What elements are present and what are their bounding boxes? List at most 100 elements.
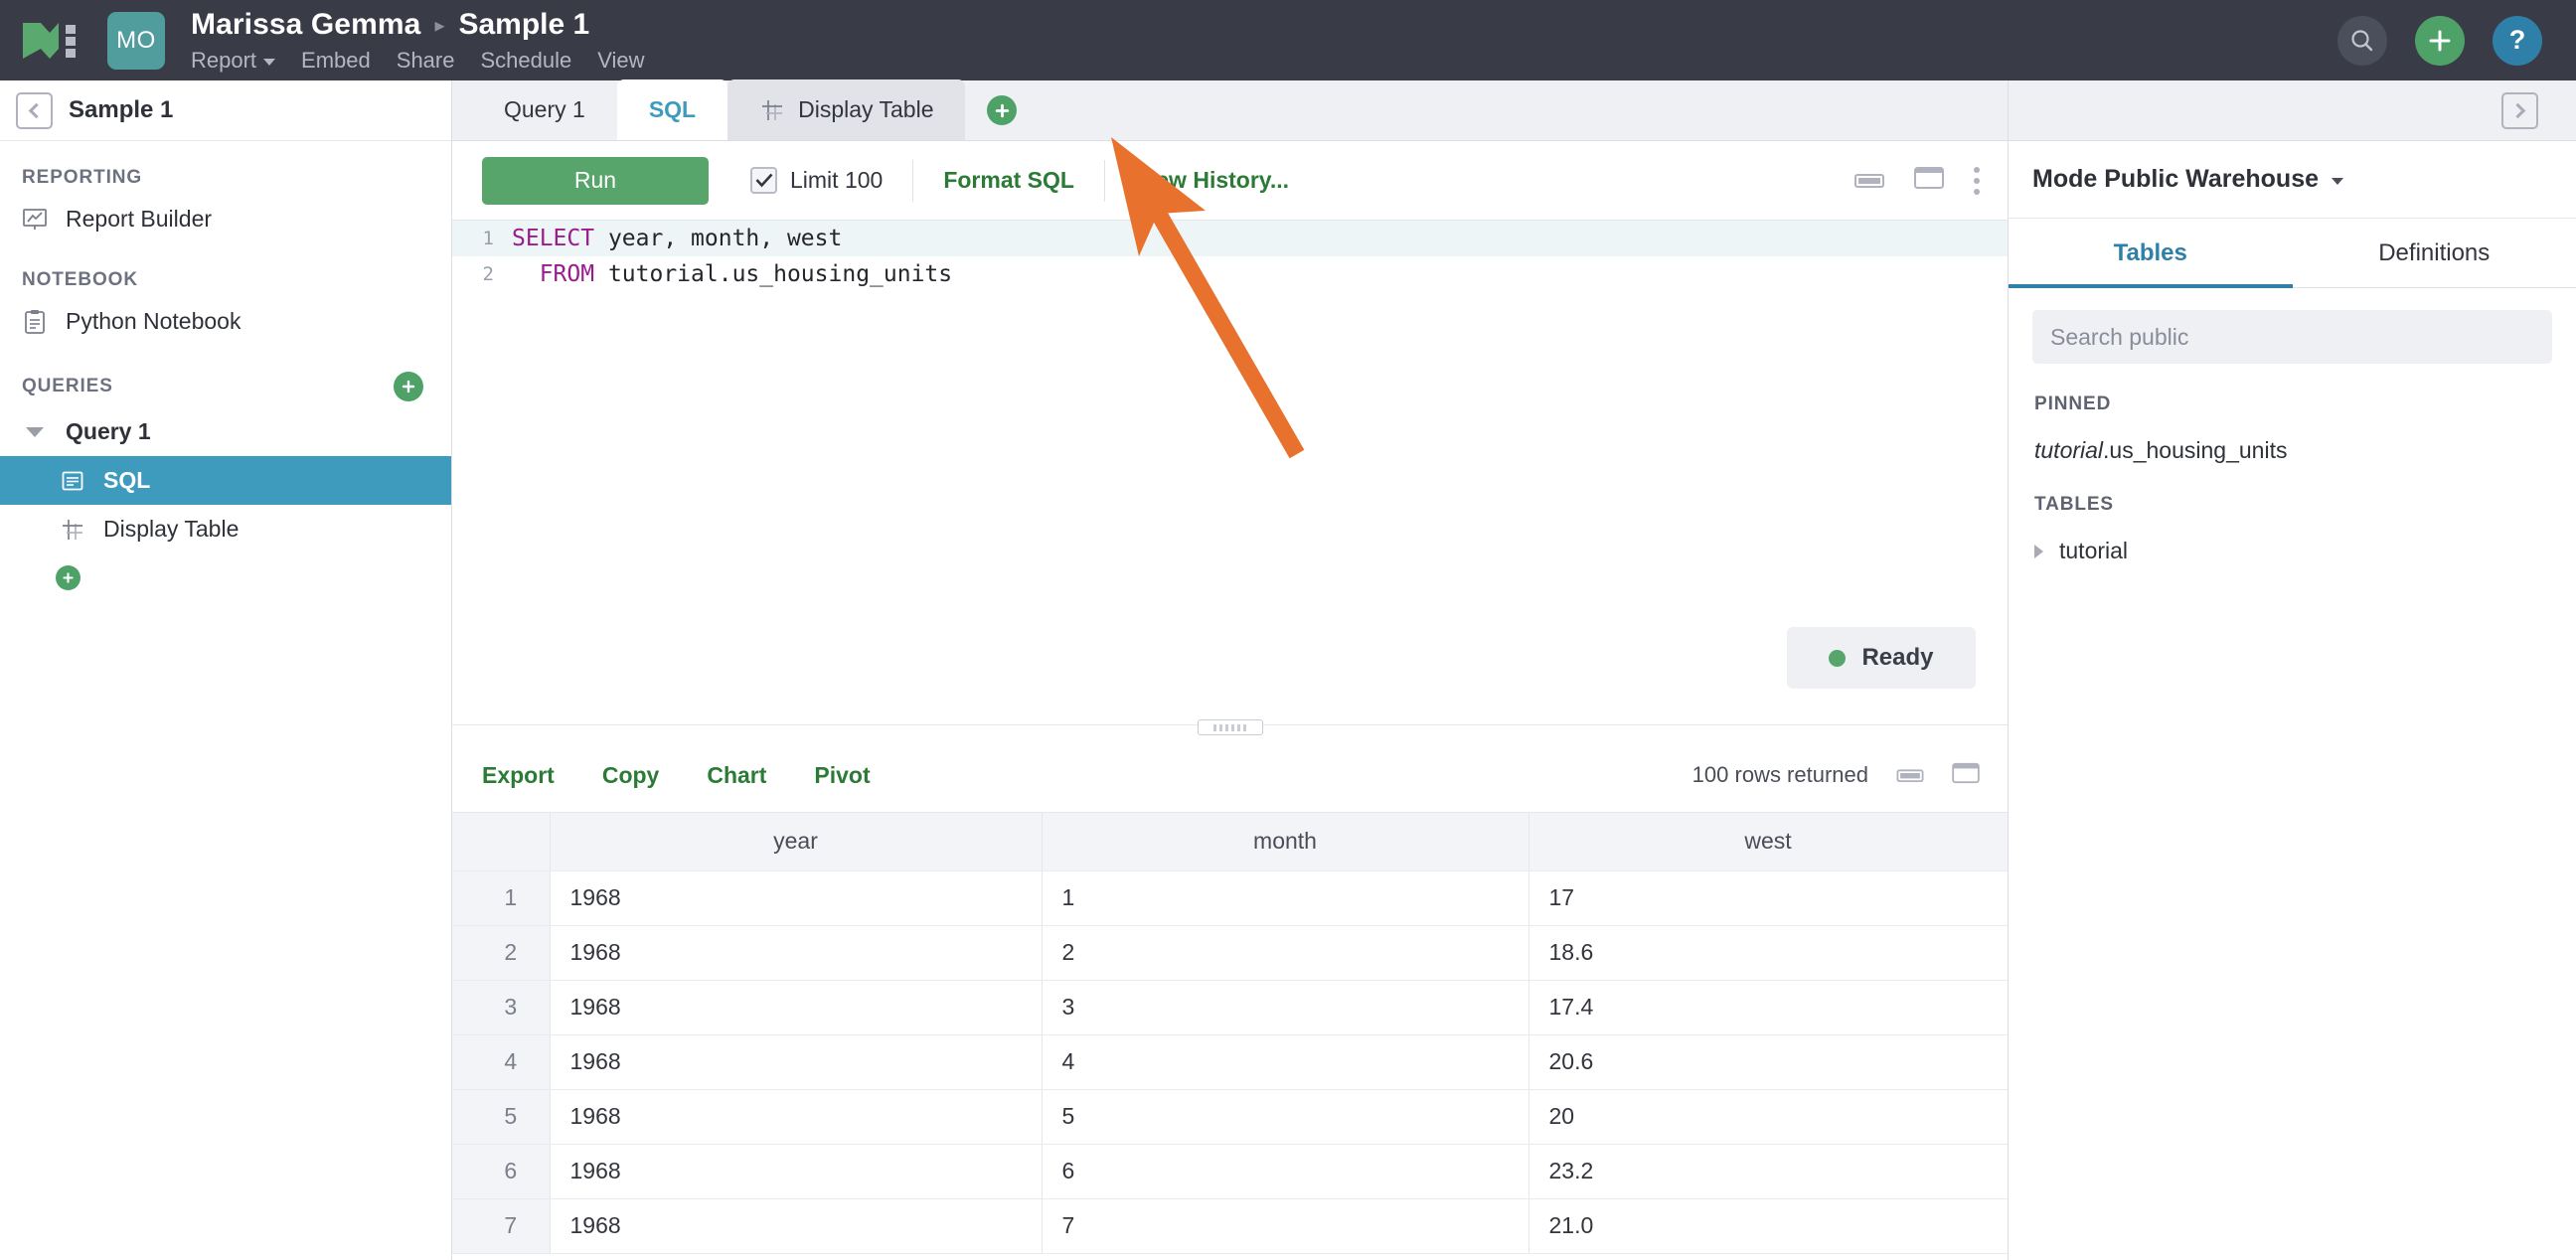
limit-checkbox[interactable] [750,167,777,194]
sidebar-item-label-display-table: Display Table [103,516,240,542]
table-row[interactable]: 6 1968 6 23.2 [452,1144,2009,1199]
right-panel-topbar [2009,80,2576,141]
notebook-icon [22,309,48,335]
sidebar-item-sql[interactable]: SQL [0,456,451,505]
user-avatar[interactable]: MO [107,11,165,70]
data-source-selector[interactable]: Mode Public Warehouse [2009,141,2576,219]
add-tab-button[interactable] [987,95,1018,125]
add-query-step-button[interactable] [56,565,80,590]
cell-west: 17 [1529,870,2009,926]
owner-name[interactable]: Marissa Gemma [191,8,420,42]
pinned-table-name: .us_housing_units [2103,437,2288,463]
row-index: 2 [452,925,551,981]
tab-display-table[interactable]: Display Table [727,79,966,140]
table-row[interactable]: 3 1968 3 17.4 [452,980,2009,1035]
collapse-pane-icon[interactable] [1896,764,1924,787]
sql-line-2-rest: tutorial.us_housing_units [594,261,953,287]
export-button[interactable]: Export [482,762,555,789]
sidebar-group-label-query-1: Query 1 [66,418,151,444]
subnav-item-view[interactable]: View [597,48,644,74]
subnav-item-embed[interactable]: Embed [301,48,371,74]
tab-definitions[interactable]: Definitions [2293,219,2576,287]
sidebar-section-label-reporting: REPORTING [22,167,143,188]
sidebar-item-label-report-builder: Report Builder [66,206,213,232]
sub-navigation: Report Embed Share Schedule View [191,48,645,74]
breadcrumb-separator-icon: ▸ [434,14,445,37]
table-header-row: year month west [452,813,2009,871]
left-sidebar: Sample 1 REPORTING Report Builder NOTEBO… [0,80,452,1260]
add-icon[interactable] [2415,15,2465,66]
subnav-item-report[interactable]: Report [191,48,276,74]
chevron-left-icon[interactable] [16,91,53,129]
pivot-button[interactable]: Pivot [814,762,870,789]
search-icon[interactable] [2337,15,2387,66]
view-history-button[interactable]: View History... [1135,167,1289,194]
results-table-body: 1 1968 1 17 2 1968 2 18.6 3 1968 3 17.4 [452,870,2009,1254]
top-navigation-bar: MO Marissa Gemma ▸ Sample 1 Report Embed… [0,0,2576,80]
sidebar-group-query-1[interactable]: Query 1 [0,407,451,456]
pane-splitter[interactable] [452,719,2008,738]
sql-line-2-indent [512,261,540,287]
splitter-grip[interactable] [1197,719,1263,735]
cell-year: 1968 [550,1198,1043,1254]
column-header-year[interactable]: year [550,813,1043,871]
cell-year: 1968 [550,870,1043,926]
chart-button[interactable]: Chart [707,762,766,789]
expand-pane-icon[interactable] [1914,166,1944,195]
sidebar-section-label-queries: QUERIES [22,376,113,396]
page-title: Sample 1 [458,7,590,41]
sidebar-item-report-builder[interactable]: Report Builder [0,195,451,243]
sidebar-section-notebook: NOTEBOOK [0,243,451,297]
sidebar-item-display-table[interactable]: Display Table [0,505,451,553]
table-icon [759,97,785,123]
cell-year: 1968 [550,1034,1043,1090]
cell-month: 1 [1042,870,1530,926]
tree-item-tutorial[interactable]: tutorial [2009,516,2576,564]
expand-pane-icon[interactable] [1952,762,1980,789]
table-row[interactable]: 7 1968 7 21.0 [452,1198,2009,1254]
subnav-item-schedule[interactable]: Schedule [480,48,571,74]
subnav-item-share[interactable]: Share [397,48,455,74]
rows-returned-label: 100 rows returned [1691,762,1868,787]
limit-toggle[interactable]: Limit 100 [750,167,883,194]
sql-keyword-from: FROM [539,261,595,287]
results-table: year month west 1 1968 1 17 2 1968 2 18.… [452,813,2009,1254]
run-button[interactable]: Run [482,156,709,205]
table-row[interactable]: 2 1968 2 18.6 [452,925,2009,981]
table-row[interactable]: 5 1968 5 20 [452,1089,2009,1145]
tables-section-label: TABLES [2034,494,2114,515]
breadcrumb: Marissa Gemma ▸ Sample 1 [191,8,645,42]
data-source-panel: Mode Public Warehouse Tables Definitions… [2008,80,2576,1260]
chevron-right-icon[interactable] [2501,92,2538,129]
table-row[interactable]: 4 1968 4 20.6 [452,1034,2009,1090]
sidebar-item-python-notebook[interactable]: Python Notebook [0,297,451,346]
cell-west: 17.4 [1529,980,2009,1035]
more-options-icon[interactable] [1974,166,1980,195]
column-header-west[interactable]: west [1529,813,2009,871]
tab-tables[interactable]: Tables [2009,219,2293,288]
tab-label-display-table: Display Table [798,96,934,122]
tab-sql[interactable]: SQL [616,79,728,140]
copy-button[interactable]: Copy [602,762,660,789]
help-icon[interactable]: ? [2493,15,2542,66]
table-row[interactable]: 1 1968 1 17 [452,870,2009,926]
column-header-month[interactable]: month [1042,813,1530,871]
mode-analytics-app: MO Marissa Gemma ▸ Sample 1 Report Embed… [0,0,2576,1260]
status-badge: Ready [1787,627,1976,689]
tab-query-1[interactable]: Query 1 [472,79,617,140]
sidebar-item-label-sql: SQL [103,467,151,493]
search-input[interactable] [2032,310,2552,364]
mode-logo[interactable] [0,0,99,80]
pinned-table-item[interactable]: tutorial.us_housing_units [2009,415,2576,464]
line-number-2: 2 [482,263,494,285]
sql-toolbar: Run Limit 100 Format SQL View History... [452,141,2008,221]
limit-label: Limit 100 [790,167,884,193]
add-query-button[interactable] [394,372,423,401]
cell-year: 1968 [550,925,1043,981]
cell-month: 2 [1042,925,1530,981]
cell-west: 21.0 [1529,1198,2009,1254]
row-index: 5 [452,1089,551,1145]
format-sql-button[interactable]: Format SQL [943,167,1074,194]
collapse-pane-icon[interactable] [1854,168,1884,193]
sql-editor[interactable]: 1 SELECT year, month, west 2 FROM tutori… [452,221,2008,724]
